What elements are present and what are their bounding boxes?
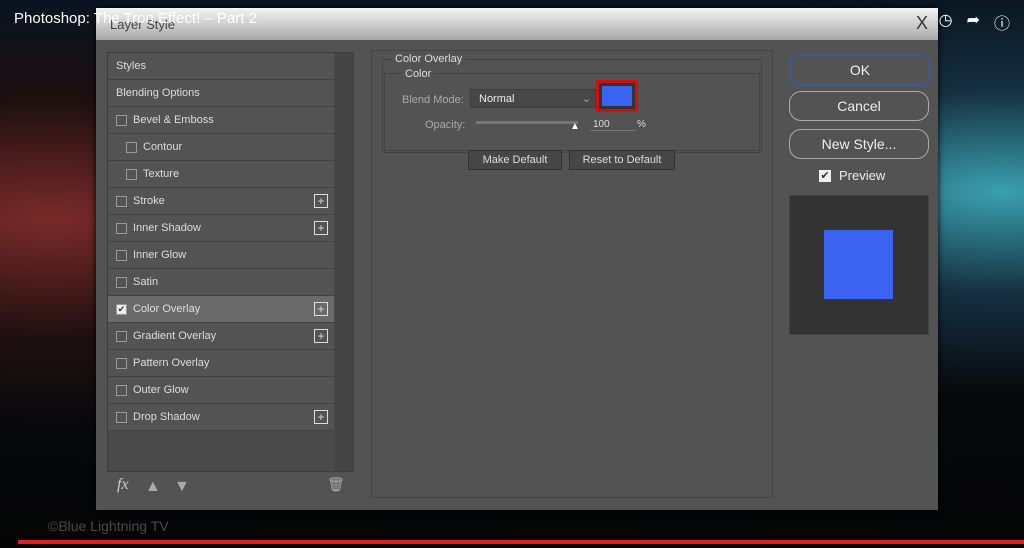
move-down-icon[interactable]: ▼: [174, 478, 190, 496]
style-item-label: Outer Glow: [133, 384, 189, 396]
style-item[interactable]: Gradient Overlay +: [108, 323, 334, 350]
clock-icon[interactable]: ◷: [939, 10, 953, 34]
style-item-label: Gradient Overlay: [133, 330, 217, 342]
video-actions: ◷ ➦ ⓘ: [939, 10, 1010, 34]
style-item-label: Color Overlay: [133, 303, 201, 315]
add-icon[interactable]: +: [314, 410, 328, 424]
fx-button[interactable]: fx: [117, 476, 129, 494]
group-label: Color Overlay: [392, 53, 466, 65]
style-item-label: Pattern Overlay: [133, 357, 210, 369]
checkbox-icon[interactable]: [116, 357, 127, 369]
style-item[interactable]: Drop Shadow +: [108, 404, 334, 431]
style-item[interactable]: Outer Glow: [108, 377, 334, 404]
checkbox-icon[interactable]: [116, 114, 127, 126]
trash-icon[interactable]: 🗑: [327, 476, 345, 493]
add-icon[interactable]: +: [314, 221, 328, 235]
preview-label: Preview: [839, 168, 886, 183]
subgroup-label: Color: [402, 68, 435, 80]
style-item[interactable]: Satin: [108, 269, 334, 296]
style-item[interactable]: Texture: [108, 161, 334, 188]
style-item[interactable]: Contour: [108, 134, 334, 161]
style-item-label: Bevel & Emboss: [133, 114, 214, 126]
styles-list: Styles Blending Options Bevel & Emboss Cont…: [107, 52, 354, 472]
cancel-button[interactable]: Cancel: [789, 91, 929, 121]
checkbox-checked-icon: ✔: [819, 169, 831, 182]
add-icon[interactable]: +: [314, 194, 328, 208]
style-item[interactable]: Pattern Overlay: [108, 350, 334, 377]
checkbox-icon[interactable]: [126, 141, 137, 153]
style-item-label: Texture: [143, 168, 180, 180]
checkbox-icon[interactable]: [116, 330, 127, 342]
color-group: [384, 73, 760, 151]
scrollbar[interactable]: [335, 53, 353, 471]
style-item-label: Inner Shadow: [133, 222, 201, 234]
progress-fill: [18, 540, 1024, 544]
make-default-button[interactable]: Make Default: [468, 150, 562, 170]
checkbox-icon[interactable]: [116, 411, 127, 423]
color-swatch-fill: [602, 86, 632, 106]
blend-mode-select[interactable]: Normal ⌄: [470, 89, 596, 108]
chevron-down-icon: ⌄: [581, 93, 591, 105]
preview-checkbox[interactable]: ✔ Preview: [819, 168, 885, 183]
style-item[interactable]: Styles: [108, 53, 334, 80]
opacity-unit: %: [637, 119, 646, 130]
info-icon[interactable]: ⓘ: [994, 10, 1010, 34]
style-item-label: Satin: [133, 276, 159, 288]
video-title[interactable]: Photoshop: The Tron Effect! – Part 2: [14, 10, 257, 27]
style-item-label: Drop Shadow: [133, 411, 200, 423]
style-item[interactable]: Inner Shadow +: [108, 215, 334, 242]
checkbox-icon[interactable]: [116, 276, 127, 288]
opacity-label: Opacity:: [425, 119, 466, 131]
video-progress-bar[interactable]: [18, 540, 1024, 544]
add-icon[interactable]: +: [314, 329, 328, 343]
color-swatch[interactable]: [596, 80, 638, 112]
checkbox-icon[interactable]: [116, 222, 127, 234]
style-item[interactable]: Blending Options: [108, 80, 334, 107]
new-style-button[interactable]: New Style...: [789, 129, 929, 159]
slider-handle[interactable]: ▲: [570, 121, 580, 132]
style-item-label: Blending Options: [116, 87, 200, 99]
checkbox-icon[interactable]: [126, 168, 137, 180]
checkbox-icon[interactable]: [116, 249, 127, 261]
preview-swatch: [824, 230, 893, 299]
style-item[interactable]: Inner Glow: [108, 242, 334, 269]
checkbox-icon[interactable]: [116, 384, 127, 396]
reset-to-default-button[interactable]: Reset to Default: [569, 150, 675, 170]
preview-thumbnail: [789, 195, 929, 335]
checkbox-checked-icon[interactable]: ✔: [116, 303, 127, 315]
style-item[interactable]: Stroke +: [108, 188, 334, 215]
move-up-icon[interactable]: ▲: [145, 478, 161, 496]
style-item[interactable]: Bevel & Emboss: [108, 107, 334, 134]
layer-style-dialog: Layer Style X Styles Blending Options Beve…: [96, 8, 938, 510]
blend-mode-label: Blend Mode:: [402, 94, 464, 106]
color-overlay-panel: Color Overlay Color Blend Mode: Normal ⌄…: [371, 50, 773, 498]
style-item-label: Stroke: [133, 195, 165, 207]
styles-footer: fx ▲ ▼ 🗑: [107, 470, 352, 506]
style-item-label: Contour: [143, 141, 183, 153]
style-item-label: Inner Glow: [133, 249, 187, 261]
style-item[interactable]: ✔ Color Overlay +: [108, 296, 334, 323]
close-button[interactable]: X: [916, 13, 928, 34]
add-icon[interactable]: +: [314, 302, 328, 316]
blend-mode-value: Normal: [479, 93, 515, 105]
ok-button[interactable]: OK: [789, 54, 931, 86]
checkbox-icon[interactable]: [116, 195, 127, 207]
opacity-input[interactable]: 100: [590, 119, 635, 131]
share-icon[interactable]: ➦: [967, 10, 980, 34]
watermark: ©Blue Lightning TV: [48, 518, 169, 534]
style-item-label: Styles: [116, 60, 146, 72]
opacity-slider[interactable]: [476, 121, 578, 124]
